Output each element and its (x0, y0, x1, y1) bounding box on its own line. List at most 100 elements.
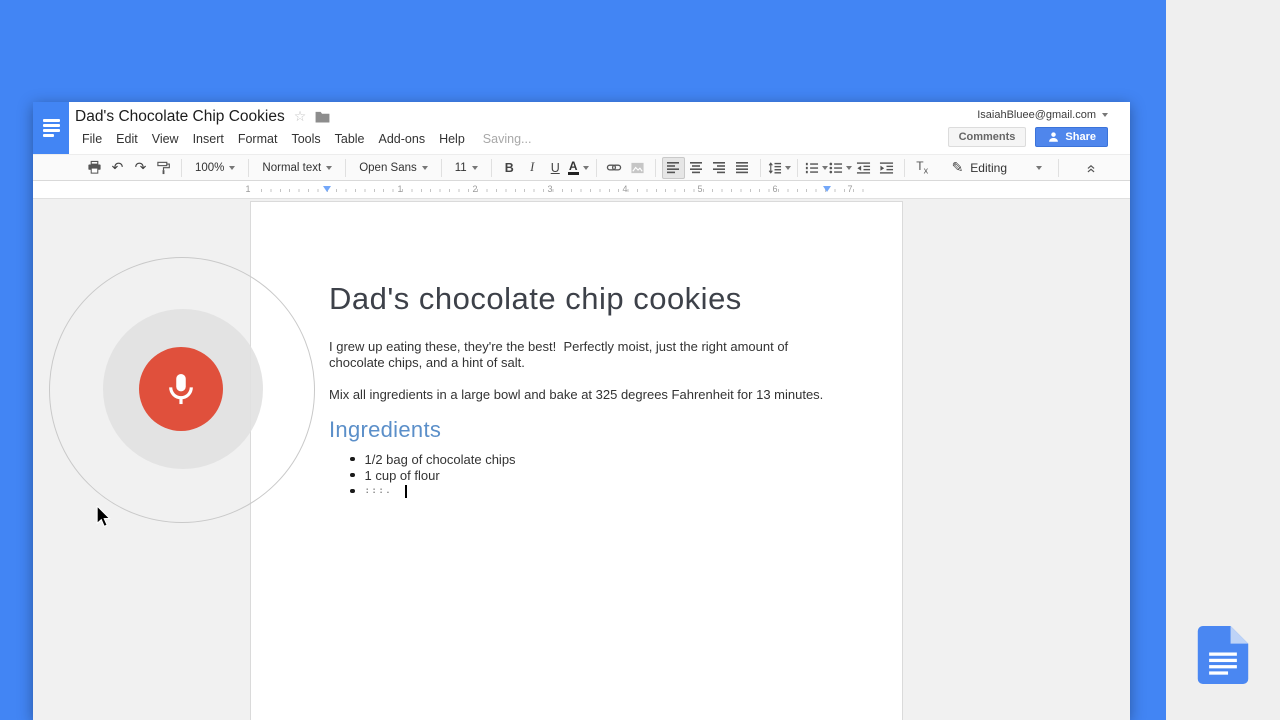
mode-select[interactable]: ✎ Editing (946, 160, 1052, 176)
account-menu[interactable]: IsaiahBluee@gmail.com (977, 109, 1108, 121)
toolbar-separator (904, 159, 905, 177)
share-button[interactable]: Share (1035, 127, 1108, 147)
doc-paragraph-intro[interactable]: I grew up eating these, they're the best… (329, 339, 829, 371)
italic-icon: I (530, 160, 534, 175)
ruler-number: 3 (547, 184, 552, 194)
bulleted-list-button[interactable] (828, 157, 852, 179)
line-spacing-icon (767, 161, 782, 175)
menu-addons[interactable]: Add-ons (379, 132, 426, 146)
collapse-toolbar-button[interactable] (1079, 157, 1102, 179)
document-page[interactable]: Dad's chocolate chip cookies I grew up e… (250, 201, 903, 720)
undo-button[interactable]: ↶ (106, 157, 129, 179)
voice-typing-button[interactable] (139, 347, 223, 431)
outdent-icon (856, 161, 871, 175)
menu-file[interactable]: File (82, 132, 102, 146)
insert-link-button[interactable] (603, 157, 626, 179)
text-color-button[interactable]: A (567, 157, 590, 179)
chevron-down-icon (229, 166, 235, 170)
numbered-list-button[interactable] (804, 157, 828, 179)
justify-button[interactable] (731, 157, 754, 179)
menu-format[interactable]: Format (238, 132, 278, 146)
font-size-select[interactable]: 11 (448, 157, 485, 179)
chevron-down-icon (472, 166, 478, 170)
microphone-icon (162, 370, 200, 408)
paint-format-button[interactable] (152, 157, 175, 179)
redo-button[interactable]: ↷ (129, 157, 152, 179)
underline-button[interactable]: U (544, 157, 567, 179)
text-color-icon: A (568, 160, 579, 175)
increase-indent-button[interactable] (875, 157, 898, 179)
chevron-down-icon (583, 166, 589, 170)
clear-formatting-icon: Tx (916, 159, 928, 175)
menu-view[interactable]: View (152, 132, 179, 146)
toolbar-separator (491, 159, 492, 177)
redo-icon: ↷ (135, 160, 147, 176)
menu-tools[interactable]: Tools (291, 132, 320, 146)
double-chevron-up-icon (1084, 161, 1098, 175)
docs-home-button[interactable] (33, 102, 69, 154)
toolbar-separator (596, 159, 597, 177)
document-title[interactable]: Dad's Chocolate Chip Cookies (75, 108, 285, 126)
share-label: Share (1065, 131, 1096, 143)
image-icon (630, 161, 645, 175)
align-left-button[interactable] (662, 157, 685, 179)
ruler-number: 2 (472, 184, 477, 194)
toolbar-separator (760, 159, 761, 177)
align-right-button[interactable] (708, 157, 731, 179)
justify-icon (735, 161, 749, 174)
bold-icon: B (505, 161, 514, 175)
ruler-number: 1 (245, 184, 250, 194)
toolbar-separator (441, 159, 442, 177)
left-indent-marker[interactable] (323, 186, 331, 192)
ruler: 1 1 2 3 4 5 6 7 (33, 182, 1130, 199)
decrease-indent-button[interactable] (852, 157, 875, 179)
bold-button[interactable]: B (498, 157, 521, 179)
saving-status: Saving... (483, 132, 532, 146)
mouse-cursor-icon (96, 506, 111, 533)
clear-formatting-button[interactable]: Tx (911, 157, 934, 179)
font-family-value: Open Sans (359, 162, 417, 174)
paragraph-style-select[interactable]: Normal text (255, 157, 339, 179)
chevron-down-icon (1036, 166, 1042, 170)
line-spacing-button[interactable] (767, 157, 791, 179)
menu-table[interactable]: Table (335, 132, 365, 146)
menu-edit[interactable]: Edit (116, 132, 138, 146)
toolbar-separator (181, 159, 182, 177)
insert-image-button[interactable] (626, 157, 649, 179)
right-indent-marker[interactable] (823, 186, 831, 192)
dictation-pending-dots: :::. (365, 486, 393, 496)
paint-roller-icon (156, 160, 171, 175)
italic-button[interactable]: I (521, 157, 544, 179)
menu-bar: File Edit View Insert Format Tools Table… (82, 132, 531, 146)
google-docs-app-icon[interactable] (1197, 626, 1249, 684)
ruler-number: 6 (772, 184, 777, 194)
pencil-icon: ✎ (952, 160, 964, 176)
toolbar-separator (655, 159, 656, 177)
bullet-icon (350, 489, 355, 494)
bulleted-list-icon (828, 161, 843, 175)
doc-paragraph-instructions[interactable]: Mix all ingredients in a large bowl and … (329, 387, 829, 403)
indent-icon (879, 161, 894, 175)
title-row: Dad's Chocolate Chip Cookies ☆ (75, 108, 330, 126)
menu-insert[interactable]: Insert (193, 132, 224, 146)
list-item[interactable]: 1 cup of flour (350, 467, 440, 483)
list-item-dictation[interactable]: :::. (350, 483, 407, 499)
menu-help[interactable]: Help (439, 132, 465, 146)
doc-section-heading[interactable]: Ingredients (329, 416, 441, 444)
list-item[interactable]: 1/2 bag of chocolate chips (350, 451, 516, 467)
toolbar-separator (345, 159, 346, 177)
zoom-select[interactable]: 100% (188, 157, 242, 179)
font-family-select[interactable]: Open Sans (352, 157, 435, 179)
comments-button[interactable]: Comments (948, 127, 1027, 147)
star-icon[interactable]: ☆ (294, 110, 307, 124)
text-cursor (405, 485, 407, 498)
docs-file-icon (1197, 626, 1249, 684)
account-email: IsaiahBluee@gmail.com (977, 109, 1096, 121)
align-left-icon (666, 161, 680, 174)
print-button[interactable] (83, 157, 106, 179)
docs-logo-icon (43, 117, 60, 140)
align-right-icon (712, 161, 726, 174)
doc-heading[interactable]: Dad's chocolate chip cookies (329, 280, 742, 318)
folder-icon[interactable] (315, 111, 330, 123)
align-center-button[interactable] (685, 157, 708, 179)
